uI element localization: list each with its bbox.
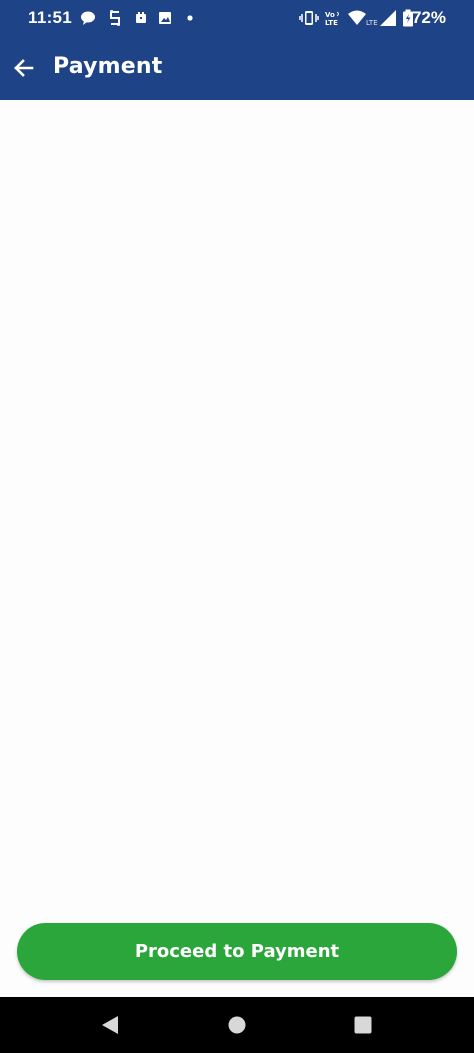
system-nav-bar (0, 997, 474, 1053)
dot-icon (187, 15, 193, 21)
image-icon (159, 12, 171, 24)
back-triangle-icon[interactable] (98, 1013, 122, 1037)
payment-content-area (0, 100, 474, 997)
chat-bubble-icon (81, 11, 95, 25)
payment-screen: 11:51 Vo LTE LTE 72% Payment Proceed to … (0, 0, 474, 1053)
proceed-to-payment-button[interactable]: Proceed to Payment (17, 923, 457, 980)
battery-percent: 72% (411, 8, 446, 27)
arrow-left-icon (14, 59, 34, 77)
s-app-icon (110, 10, 120, 26)
back-button[interactable] (6, 50, 42, 86)
vibrate-icon (299, 11, 319, 25)
svg-text:LTE: LTE (366, 19, 378, 27)
status-time: 11:51 (28, 8, 73, 27)
page-title: Payment (53, 54, 163, 79)
status-bar: 11:51 Vo LTE LTE 72% (0, 0, 474, 36)
recents-square-icon[interactable] (351, 1013, 375, 1037)
calendar-icon (136, 12, 146, 23)
proceed-button-label: Proceed to Payment (134, 941, 340, 962)
svg-text:Vo: Vo (325, 11, 335, 19)
home-circle-icon[interactable] (225, 1013, 249, 1037)
wifi-icon (348, 10, 366, 25)
app-bar: Payment (0, 36, 474, 100)
lte-signal-icon: LTE (366, 10, 396, 27)
volte-icon: Vo LTE (325, 11, 339, 27)
svg-text:LTE: LTE (325, 19, 338, 27)
